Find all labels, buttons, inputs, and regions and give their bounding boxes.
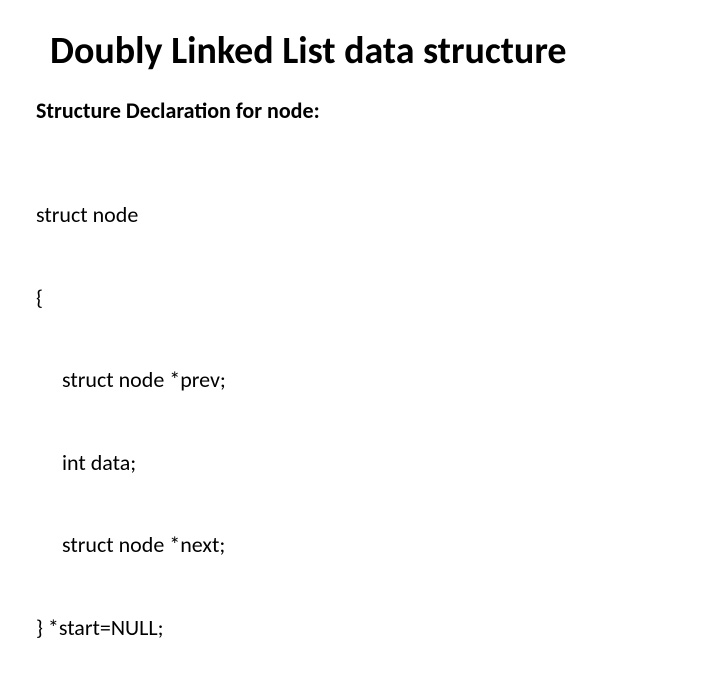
slide-subheading: Structure Declaration for node: [36,98,684,124]
code-line: { [36,284,684,312]
code-block: struct node { struct node *prev; int dat… [36,146,684,696]
slide-title: Doubly Linked List data structure [50,30,684,74]
code-line: struct node [36,201,684,229]
code-line: } *start=NULL; [36,614,684,642]
slide: Doubly Linked List data structure Struct… [0,0,720,540]
code-line: int data; [36,449,684,477]
code-line: struct node *next; [36,531,684,559]
code-line: struct node *prev; [36,366,684,394]
